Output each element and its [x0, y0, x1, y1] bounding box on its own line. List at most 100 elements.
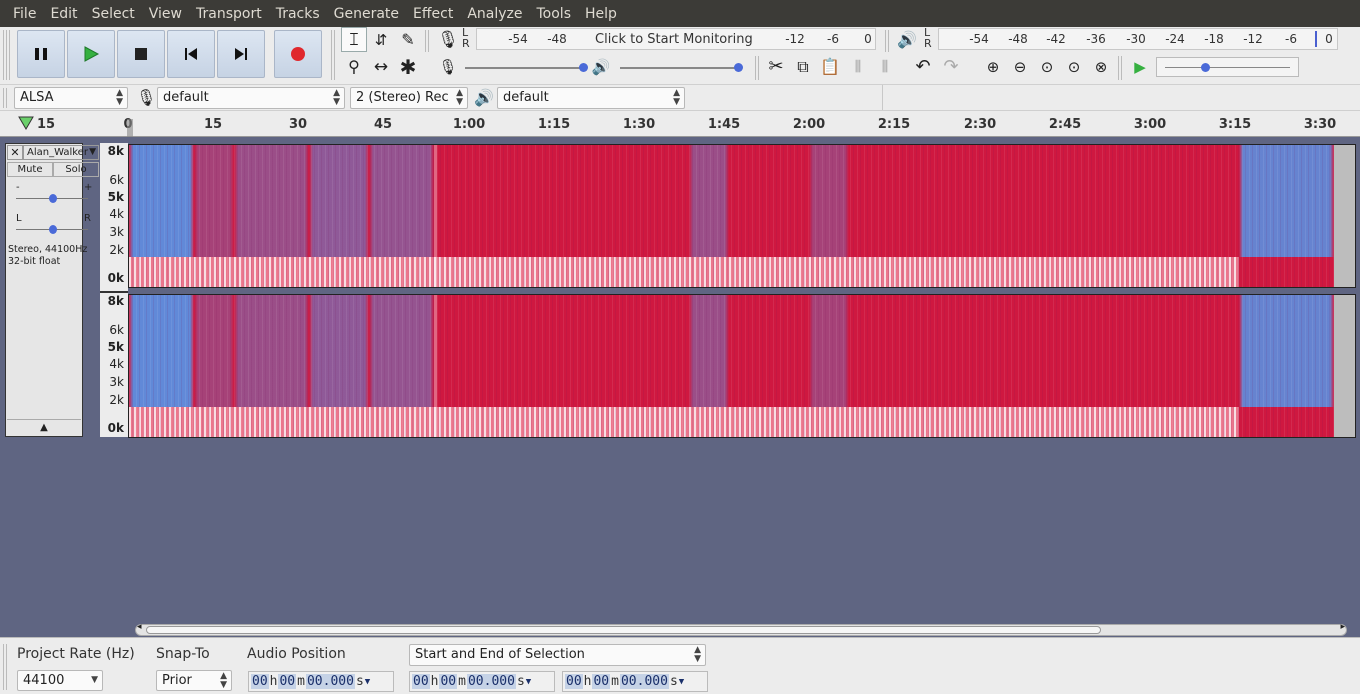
solo-button[interactable]: Solo: [53, 162, 99, 177]
track-name-menu[interactable]: Alan_Walker ▼: [23, 145, 99, 160]
frequency-ruler[interactable]: 8k 6k 5k 4k 3k 2k 0k 8k 6k 5k 4k 3k 2k 0…: [100, 143, 128, 437]
skip-start-button[interactable]: [167, 30, 215, 78]
slider-thumb[interactable]: [49, 225, 57, 234]
playback-device-select[interactable]: default ▲ ▼: [497, 87, 685, 109]
copy-button[interactable]: ⧉: [790, 54, 816, 79]
audio-host-select[interactable]: ALSA ▲ ▼: [14, 87, 128, 109]
menu-tracks[interactable]: Tracks: [269, 6, 327, 22]
menu-view[interactable]: View: [142, 6, 189, 22]
mute-button[interactable]: Mute: [7, 162, 53, 177]
play-at-speed-grip[interactable]: [1118, 56, 1124, 80]
triangle-up-icon: ▲: [40, 422, 48, 433]
scrollbar-thumb[interactable]: [146, 626, 1101, 634]
time-unit: s: [355, 674, 364, 689]
record-meter-grip[interactable]: [425, 30, 431, 52]
time-seconds: 00.000: [466, 674, 516, 689]
menu-generate[interactable]: Generate: [327, 6, 406, 22]
selection-toolbar-grip[interactable]: [3, 644, 9, 690]
recording-channels-select[interactable]: 2 (Stereo) Rec ▲ ▼: [350, 87, 468, 109]
time-minutes: 00: [592, 674, 611, 689]
record-meter-tick: -48: [547, 32, 567, 46]
timeline-ruler[interactable]: 15 0 15 30 45 1:00 1:15 1:30 1:45 2:00 2…: [0, 110, 1360, 137]
speaker-icon: 🔊: [591, 57, 611, 76]
record-volume-slider[interactable]: [465, 63, 588, 72]
slider-thumb[interactable]: [49, 194, 57, 203]
skip-end-button[interactable]: [217, 30, 265, 78]
timeshift-tool[interactable]: ↔: [368, 54, 394, 79]
zoom-toggle-button[interactable]: ⊗: [1088, 54, 1114, 79]
project-rate-select[interactable]: 44100 ▼: [17, 670, 103, 691]
gain-slider[interactable]: [16, 194, 88, 203]
menu-select[interactable]: Select: [85, 6, 142, 22]
play-meter-peak: [1315, 31, 1317, 47]
play-speed-slider[interactable]: [1156, 57, 1299, 77]
silence-button[interactable]: ⫼: [872, 54, 898, 79]
play-button[interactable]: [67, 30, 115, 78]
start-monitoring-prompt[interactable]: Click to Start Monitoring: [595, 32, 765, 47]
zoom-in-button[interactable]: ⊕: [980, 54, 1006, 79]
chevron-down-icon[interactable]: ▼: [365, 677, 370, 687]
play-head-icon[interactable]: [17, 115, 35, 131]
i-beam-icon: 𝙸: [347, 29, 361, 50]
pause-button[interactable]: [17, 30, 65, 78]
fit-selection-button[interactable]: ⊙: [1034, 54, 1060, 79]
tools-toolbar-grip[interactable]: [331, 30, 337, 80]
slider-thumb[interactable]: [1201, 63, 1210, 72]
cut-button[interactable]: ✂: [763, 54, 789, 79]
selection-tool[interactable]: 𝙸: [341, 27, 367, 52]
snap-to-select[interactable]: Prior ▲ ▼: [156, 670, 232, 691]
audio-position-time[interactable]: 00 h 00 m 00.000 s ▼: [248, 671, 394, 692]
play-icon: [84, 46, 100, 62]
menu-help[interactable]: Help: [578, 6, 624, 22]
menu-transport[interactable]: Transport: [189, 6, 269, 22]
edit-toolbar-grip[interactable]: [755, 56, 761, 80]
scrollbar-track[interactable]: ◂ ▸: [135, 622, 1347, 636]
draw-tool[interactable]: ✎: [395, 27, 421, 52]
transport-toolbar-grip[interactable]: [3, 30, 11, 80]
menu-edit[interactable]: Edit: [43, 6, 84, 22]
play-meter-grip[interactable]: [885, 30, 891, 52]
redo-button[interactable]: ↷: [938, 54, 964, 79]
recording-device-select[interactable]: default ▲ ▼: [157, 87, 345, 109]
zoom-out-button[interactable]: ⊖: [1007, 54, 1033, 79]
trim-button[interactable]: ⫼: [845, 54, 871, 79]
paste-button[interactable]: 📋: [817, 54, 843, 79]
zoom-tool[interactable]: ⚲: [341, 54, 367, 79]
spectrogram-right-channel[interactable]: [128, 294, 1356, 438]
envelope-tool[interactable]: ⇵: [368, 27, 394, 52]
multi-tool[interactable]: ✱: [395, 54, 421, 79]
slider-thumb[interactable]: [579, 63, 588, 72]
scroll-left-icon[interactable]: ◂: [137, 622, 142, 632]
record-button[interactable]: [274, 30, 322, 78]
fit-project-button[interactable]: ⊙: [1061, 54, 1087, 79]
chevron-down-icon[interactable]: ▼: [526, 677, 531, 687]
track-area[interactable]: ✕ Alan_Walker ▼ Mute Solo - + L R Stereo,…: [0, 137, 1360, 623]
menu-tools[interactable]: Tools: [530, 6, 579, 22]
horizontal-scrollbar[interactable]: ◂ ▸: [0, 622, 1360, 637]
close-track-button[interactable]: ✕: [7, 145, 23, 160]
recording-device-value: default: [163, 90, 209, 105]
selection-mode-select[interactable]: Start and End of Selection ▲ ▼: [409, 644, 706, 666]
play-at-speed-button[interactable]: ▶: [1127, 54, 1153, 79]
scroll-right-icon[interactable]: ▸: [1340, 622, 1345, 632]
record-meter[interactable]: -54 -48 Click to Start Monitoring -12 -6…: [476, 28, 876, 50]
stop-button[interactable]: [117, 30, 165, 78]
selection-end-time[interactable]: 00 h 00 m 00.000 s ▼: [562, 671, 708, 692]
spectrogram-left-channel[interactable]: [128, 144, 1356, 288]
undo-button[interactable]: ↶: [910, 54, 936, 79]
collapse-track-button[interactable]: ▲: [7, 419, 81, 435]
selection-start-time[interactable]: 00 h 00 m 00.000 s ▼: [409, 671, 555, 692]
time-unit: h: [269, 674, 278, 689]
play-meter[interactable]: -54 -48 -42 -36 -30 -24 -18 -12 -6 0: [938, 28, 1338, 50]
freq-label: 2k: [109, 243, 124, 257]
playback-volume-slider[interactable]: [620, 63, 743, 72]
menu-effect[interactable]: Effect: [406, 6, 460, 22]
pan-slider[interactable]: [16, 225, 88, 234]
chevron-down-icon[interactable]: ▼: [679, 677, 684, 687]
menu-file[interactable]: File: [6, 6, 43, 22]
slider-thumb[interactable]: [734, 63, 743, 72]
play-meter-button[interactable]: 🔊: [894, 27, 920, 52]
record-meter-button[interactable]: 🎙: [435, 27, 461, 52]
menu-analyze[interactable]: Analyze: [460, 6, 529, 22]
device-toolbar-grip[interactable]: [3, 88, 9, 108]
